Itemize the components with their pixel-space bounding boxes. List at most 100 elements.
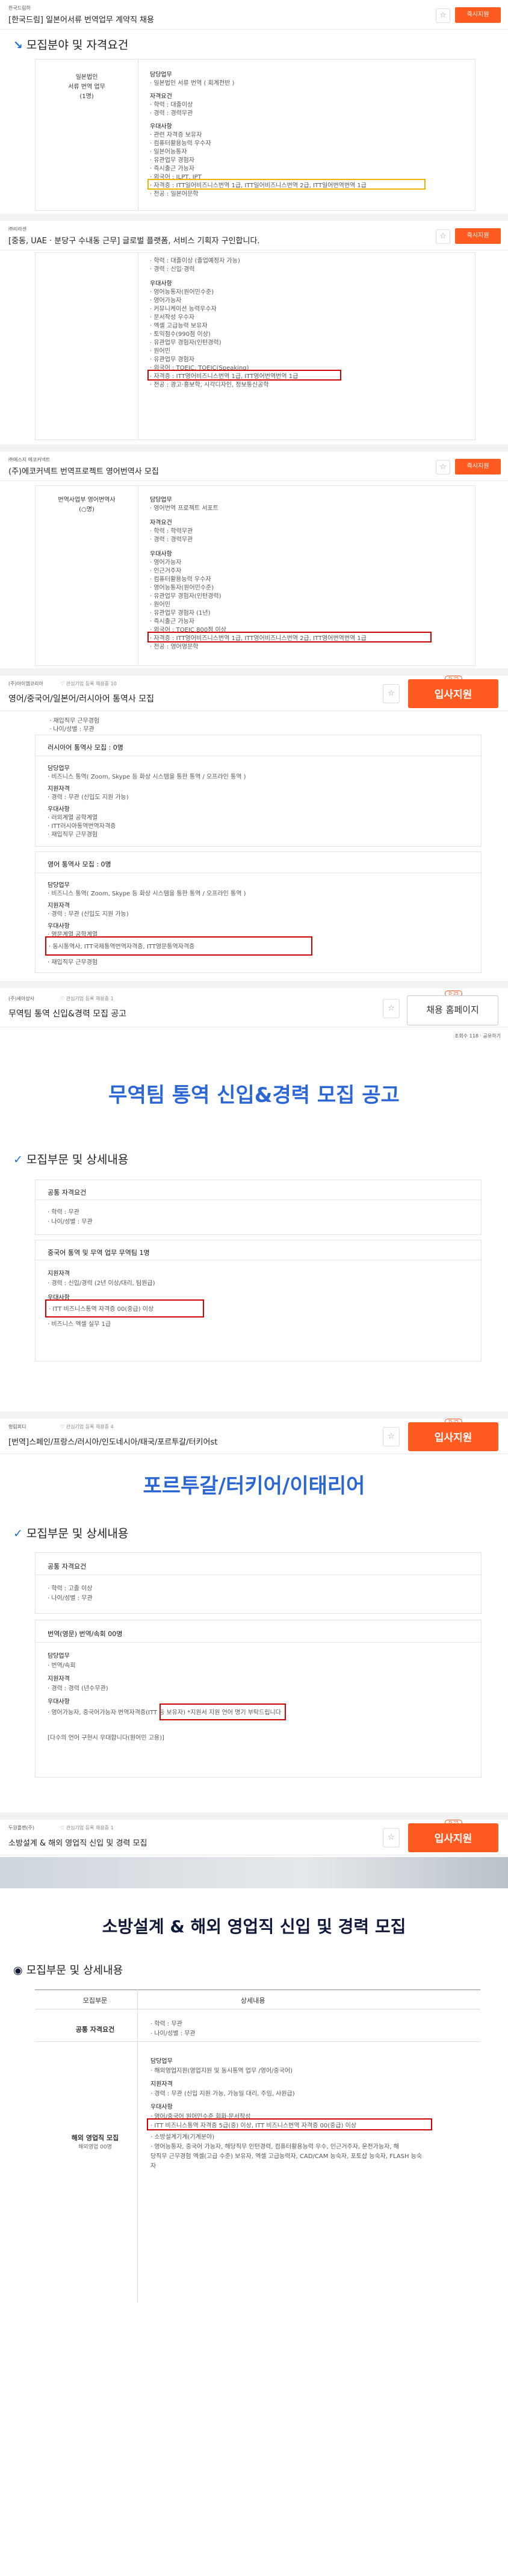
detail-line: 자격요건 xyxy=(150,520,172,526)
detail-line: · 학력 : 고졸 이상 xyxy=(48,1585,93,1592)
detail-line: · 경력 : 경력 (년수무관) xyxy=(48,1685,108,1692)
role-box: 번역(영문) 번역/속회 00명 담당업무 · 번역/속회 지원자격 · 경력 … xyxy=(35,1620,482,1778)
detail-line: · 즉시출근 가능자 xyxy=(150,166,194,172)
company-name[interactable]: (주)세아상사 xyxy=(8,995,34,1002)
detail-line: · 인근거주자 xyxy=(150,568,182,574)
star-icon[interactable]: ☆ xyxy=(383,999,400,1018)
apply-button[interactable]: 입사지원 xyxy=(408,679,498,708)
posting-3-header: ㈜에스지 에코커넥트 (주)에코커넥트 번역프로젝트 영어번역사 모집 ☆ 즉시… xyxy=(0,452,508,481)
detail-line: 우대사항 xyxy=(150,281,172,287)
divider xyxy=(0,1411,508,1419)
detail-line: · 경력 : 무관 (신입도 지원 가능) xyxy=(48,911,129,918)
section-title: ✓ 모집부문 및 상세내용 xyxy=(13,1153,129,1166)
divider xyxy=(0,1812,508,1820)
detail-line: · ITT러시아통역번역자격증 xyxy=(48,823,116,830)
detail-line: · 재입직무 근무경험 xyxy=(48,959,98,966)
star-icon[interactable]: ☆ xyxy=(436,229,450,244)
apply-button[interactable]: 즉시지원 xyxy=(455,7,501,23)
detail-line: 우대사항 xyxy=(150,2104,173,2111)
posting-title[interactable]: [번역]스페인/프랑스/러시아/인도네시아/태국/포르투갈/터키어st xyxy=(8,1436,217,1447)
row-header: 공통 자격요건 xyxy=(75,2026,115,2033)
posting-title[interactable]: 영어/중국어/일본어/러시아어 통역사 모집 xyxy=(8,692,154,705)
posting-1-header: 한국드림하 [한국드림] 일본어서류 번역업무 계약직 채용 ☆ 즉시지원 xyxy=(0,0,508,30)
detail-line: 우대사항 xyxy=(48,806,70,813)
section-title: ↘ 모집분야 및 자격요건 xyxy=(13,39,129,52)
check-icon: ↘ xyxy=(13,39,23,52)
company-name[interactable]: (주)아이엠코리아 xyxy=(8,680,43,687)
detail-line: · 전공 : 영어영문학 xyxy=(150,644,199,650)
divider xyxy=(0,668,508,676)
banner-image xyxy=(0,1857,508,1888)
posting-title[interactable]: (주)에코커넥트 번역프로젝트 영어번역사 모집 xyxy=(8,465,159,476)
detail-line: · 경력 : 신입·경력 xyxy=(150,266,195,273)
homepage-button[interactable]: 채용 홈페이지 xyxy=(407,995,498,1025)
column-header: 상세내용 xyxy=(241,1997,265,2005)
company-name[interactable]: 한국드림하 xyxy=(8,5,31,11)
column-header: 모집부문 xyxy=(82,1997,108,2005)
star-icon[interactable]: ☆ xyxy=(436,460,450,474)
section-title: ✓ 모집부문 및 상세내용 xyxy=(13,1527,129,1540)
detail-line: · 전공 : 광고·홍보학, 시각디자인, 정보통신공학 xyxy=(150,382,269,388)
posting-title[interactable]: [한국드림] 일본어서류 번역업무 계약직 채용 xyxy=(8,13,154,25)
detail-line: [다수의 언어 구현시 우대합니다(원어민 고용)] xyxy=(48,1735,164,1741)
detail-line: · 자격증 : ITT영어비즈니스번역 1급, ITT영어번역번역 1급 xyxy=(150,373,299,380)
job-field-cell xyxy=(36,253,138,440)
posting-5-header: (주)세아상사 ♡ 관심기업 등록 채용중 1 무역팀 통역 신입&경력 모집 … xyxy=(0,988,508,1027)
job-field-cell: 번역사업부 영어번역사 (○명) xyxy=(36,486,138,665)
detail-line: · 학력 : 무관 xyxy=(150,2021,182,2027)
company-name[interactable]: ㈜리라센 xyxy=(8,226,26,232)
apply-button[interactable]: 입사지원 xyxy=(408,1422,498,1451)
column-divider xyxy=(137,1990,138,2303)
star-icon[interactable]: ☆ xyxy=(383,1427,400,1446)
posting-title[interactable]: 무역팀 통역 신입&경력 모집 공고 xyxy=(8,1007,126,1019)
detail-line: 지원자격 xyxy=(48,786,70,792)
detail-line: · 유관업무 경험자 xyxy=(150,356,194,363)
check-icon: ✓ xyxy=(13,1527,23,1540)
field-line: (1명) xyxy=(79,93,94,100)
detail-line: 자 xyxy=(150,2163,156,2170)
detail-line: 지원자격 xyxy=(48,1271,70,1277)
row-header: 해외 영업직 모집 xyxy=(71,2134,119,2142)
posting-7-header: 두원플랜(주) ♡ 관심기업 등록 채용중 1 소방설계 & 해외 영업직 신입… xyxy=(0,1820,508,1855)
detail-line: · ITT 비즈니스통역 자격증 5급(중) 이상, ITT 비즈니스번역 자격… xyxy=(150,2123,357,2129)
row-title: 공통 자격요건 xyxy=(48,1563,87,1570)
posting-1: 한국드림하 [한국드림] 일본어서류 번역업무 계약직 채용 ☆ 즉시지원 ↘ 모… xyxy=(0,0,508,214)
apply-button[interactable]: 즉시지원 xyxy=(455,459,501,474)
posting-banner-title: 무역팀 통역 신입&경력 모집 공고 xyxy=(108,1083,400,1107)
detail-line: 자격요건 xyxy=(150,93,172,100)
detail-line: · 원어민 xyxy=(150,602,170,608)
star-icon[interactable]: ☆ xyxy=(436,8,450,23)
posting-4: (주)아이엠코리아 ♡ 관심기업 등록 채용중 10 영어/중국어/일본어/러시… xyxy=(0,676,508,981)
divider xyxy=(36,1642,481,1643)
common-req-box: 공통 자격요건 · 학력 : 무관 · 나이/성별 : 무관 xyxy=(35,1180,482,1235)
company-meta[interactable]: ♡ 관심기업 등록 채용중 1 xyxy=(60,1825,114,1831)
star-icon[interactable]: ☆ xyxy=(383,1828,400,1847)
detail-line: · 유관업무 경험자(인턴경력) xyxy=(150,340,221,346)
company-meta[interactable]: ♡ 관심기업 등록 채용중 4 xyxy=(60,1423,114,1430)
detail-line: 담당업무 xyxy=(48,765,70,772)
apply-button[interactable]: 즉시지원 xyxy=(455,228,501,244)
detail-line: · 경력 : 신입/경력 (2년 이상/대리, 팀원급) xyxy=(48,1280,155,1287)
company-meta[interactable]: ♡ 관심기업 등록 채용중 1 xyxy=(60,995,114,1002)
apply-button[interactable]: 입사지원 xyxy=(408,1823,498,1852)
posting-title[interactable]: 소방설계 & 해외 영업직 신입 및 경력 모집 xyxy=(8,1837,147,1848)
company-name[interactable]: 형림피디 xyxy=(8,1423,26,1430)
detail-line: 담당업무 xyxy=(150,497,172,503)
views-count[interactable]: 조회수 118 · 공유하기 xyxy=(454,1033,501,1039)
detail-line: · 경력 : 무관 (신입 지원 가능, 가능일 대리, 주임, 사원급) xyxy=(150,2091,295,2097)
detail-line: · 비즈니스 통역( Zoom, Skype 등 화상 시스템을 통한 통역 /… xyxy=(48,891,246,897)
posting-title[interactable]: [중동, UAE · 분당구 수내동 근무] 글로벌 플랫폼, 서비스 기획자 … xyxy=(8,234,260,246)
posting-2-header: ㈜리라센 [중동, UAE · 분당구 수내동 근무] 글로벌 플랫폼, 서비스… xyxy=(0,221,508,250)
star-icon[interactable]: ☆ xyxy=(383,684,400,703)
detail-line: · 나이/성별 : 무관 xyxy=(49,726,94,733)
detail-line: · 비즈니스 통역( Zoom, Skype 등 화상 시스템을 통한 통역 /… xyxy=(48,774,246,780)
role-box: 러시아어 통역사 모집 : 0명 담당업무 · 비즈니스 통역( Zoom, S… xyxy=(35,735,482,847)
detail-line: 우대사항 xyxy=(150,123,172,130)
detail-line: · 재입직무 근무경험 xyxy=(48,832,98,838)
requirements-table: 일본법인 서류 번역 업무 (1명) 담당업무 · 일본법인 서류 번역 ( 회… xyxy=(35,59,475,211)
detail-line: · 커뮤니케이션 능력우수자 xyxy=(150,306,217,313)
field-line: (○명) xyxy=(79,506,94,513)
company-name[interactable]: 두원플랜(주) xyxy=(8,1825,34,1831)
company-name[interactable]: ㈜에스지 에코커넥트 xyxy=(8,456,50,463)
company-meta[interactable]: ♡ 관심기업 등록 채용중 10 xyxy=(60,680,117,687)
